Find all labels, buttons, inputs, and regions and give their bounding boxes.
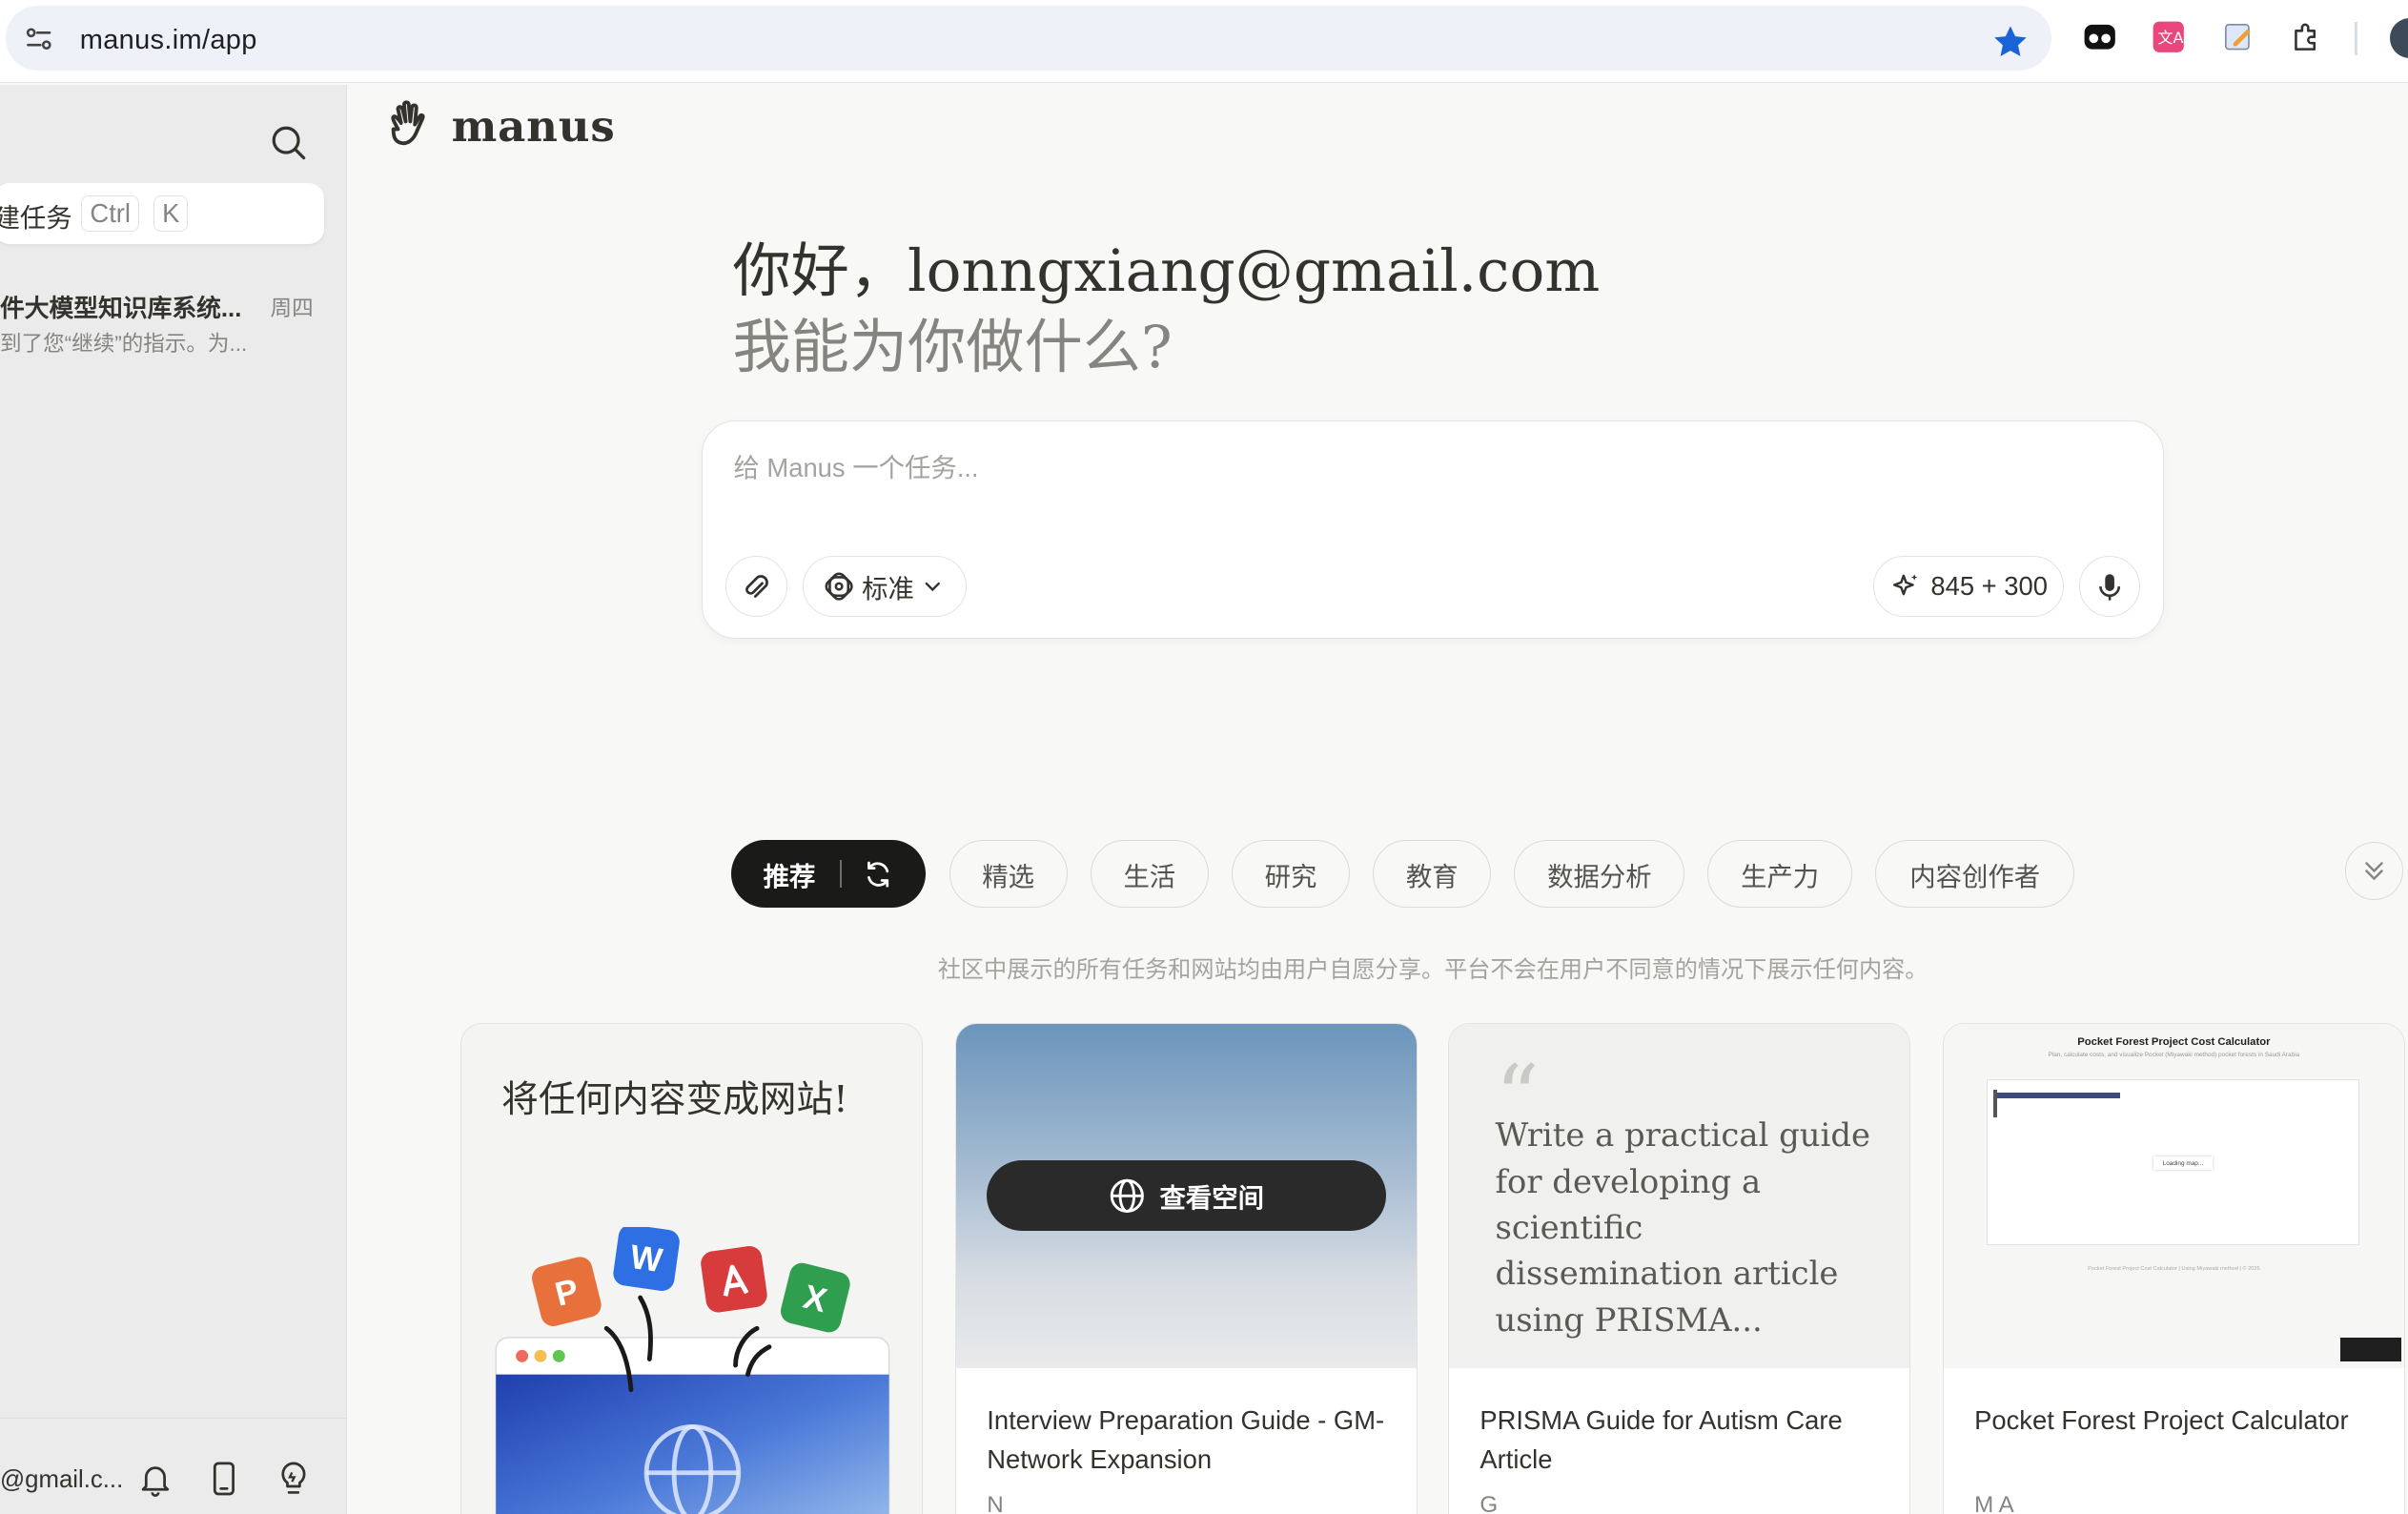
task-composer: 标准 845 + 300: [702, 420, 2164, 640]
refresh-icon[interactable]: [863, 859, 893, 890]
mode-label: 标准: [862, 573, 914, 604]
card-preview: “ Write a practical guide for developing…: [1449, 1023, 1910, 1368]
tab-research[interactable]: 研究: [1232, 840, 1351, 909]
showcase-card[interactable]: 查看空间 Interview Preparation Guide - GM-Ne…: [955, 1022, 1418, 1514]
card-heading: 将任何内容变成网站!: [501, 1078, 848, 1122]
shortcut-k: K: [153, 194, 189, 233]
tab-education[interactable]: 教育: [1373, 840, 1492, 909]
profile-avatar[interactable]: [2389, 18, 2408, 59]
lightbulb-icon[interactable]: [274, 1459, 314, 1499]
showcase-card[interactable]: “ Write a practical guide for developing…: [1448, 1022, 1911, 1514]
mode-icon: [825, 572, 853, 601]
card-title: Interview Preparation Guide - GM-Network…: [987, 1405, 1385, 1474]
url-text[interactable]: manus.im/app: [80, 25, 257, 56]
manus-hand-icon: [391, 100, 425, 146]
community-disclaimer: 社区中展示的所有任务和网站均由用户自愿分享。平台不会在用户不同意的情况下展示任何…: [937, 957, 1928, 984]
tab-life[interactable]: 生活: [1090, 840, 1209, 909]
shortcut-ctrl: Ctrl: [81, 194, 140, 233]
card-title: Pocket Forest Project Calculator: [1974, 1405, 2349, 1436]
chevron-double-down-icon: [2365, 862, 2383, 881]
extensions-puzzle-icon[interactable]: [2288, 18, 2325, 55]
brand-name: manus: [451, 100, 616, 152]
task-title: 件大模型知识库系统...: [0, 295, 242, 322]
view-space-label: 查看空间: [1159, 1183, 1265, 1214]
ext-translate-icon[interactable]: 文A: [2150, 18, 2187, 55]
tab-recommended[interactable]: 推荐: [730, 840, 927, 909]
tab-recommended-label: 推荐: [763, 861, 816, 891]
bell-icon[interactable]: [135, 1459, 175, 1499]
account-email[interactable]: @gmail.c...: [0, 1466, 123, 1494]
card-quote: Write a practical guide for developing a…: [1495, 1116, 1871, 1339]
card-preview: Pocket Forest Project Cost Calculator Pl…: [1943, 1023, 2404, 1368]
preview-title: Pocket Forest Project Cost Calculator: [2077, 1035, 2271, 1048]
credits-button[interactable]: 845 + 300: [1872, 555, 2064, 617]
chevron-down-icon: [925, 582, 940, 591]
preview-map: Loading map...: [1987, 1078, 2360, 1245]
microphone-icon: [2098, 573, 2120, 601]
card-author: M A: [1974, 1492, 2014, 1514]
browser-toolbar: manus.im/app 文A: [0, 0, 2408, 83]
svg-text:文A: 文A: [2157, 29, 2183, 47]
credits-value: 845 + 300: [1930, 570, 2048, 601]
task-input[interactable]: [733, 452, 2116, 483]
address-bar[interactable]: manus.im/app: [6, 6, 2052, 72]
card-author: N: [987, 1492, 1004, 1514]
attach-button[interactable]: [725, 555, 787, 617]
sidebar: 建任务 Ctrl K 件大模型知识库系统... 周四 到了您“继续”的指示。为.…: [0, 84, 348, 1514]
task-preview: 到了您“继续”的指示。为...: [0, 332, 248, 357]
site-info-icon[interactable]: [22, 22, 55, 55]
task-day: 周四: [270, 297, 314, 321]
card-badge-w: W: [627, 1238, 664, 1279]
greeting-heading: 你好，lonngxiang@gmail.com: [732, 236, 1601, 305]
bookmark-star-icon[interactable]: [1990, 22, 2030, 62]
new-task-label: 建任务: [0, 203, 72, 234]
showcase-card[interactable]: Pocket Forest Project Cost Calculator Pl…: [1942, 1022, 2405, 1514]
sparkle-icon: [1892, 573, 1917, 596]
ext-notes-icon[interactable]: [2219, 18, 2256, 55]
preview-footer: Pocket Forest Project Cost Calculator | …: [2088, 1266, 2260, 1273]
tab-content-creators[interactable]: 内容创作者: [1875, 840, 2075, 909]
card-author: G: [1479, 1492, 1499, 1514]
manus-logo[interactable]: manus: [384, 95, 616, 156]
ext-tampermonkey-icon[interactable]: [2081, 18, 2118, 55]
new-task-button[interactable]: 建任务 Ctrl K: [0, 182, 324, 245]
card-preview: 查看空间: [956, 1023, 1417, 1368]
card-title: PRISMA Guide for Autism Care Article: [1479, 1405, 1843, 1474]
greeting-subheading: 我能为你做什么?: [732, 314, 1173, 382]
tab-separator: [840, 860, 842, 889]
view-space-button[interactable]: 查看空间: [987, 1160, 1387, 1232]
website-illustration: P W X: [494, 1226, 889, 1514]
toolbar-divider: [2354, 21, 2357, 55]
sidebar-footer: @gmail.c...: [0, 1417, 348, 1514]
voice-input-button[interactable]: [2078, 555, 2141, 617]
preview-loading: Loading map...: [2153, 1156, 2213, 1170]
showcase-card[interactable]: 将任何内容变成网站! P W X: [460, 1022, 924, 1514]
preview-subtitle: Plan, calculate costs, and visualize Poc…: [2048, 1051, 2300, 1058]
tab-data-analysis[interactable]: 数据分析: [1514, 840, 1685, 909]
tab-featured[interactable]: 精选: [949, 840, 1068, 909]
globe-icon: [1111, 1178, 1145, 1213]
paperclip-icon: [745, 574, 769, 598]
mobile-device-icon[interactable]: [204, 1459, 244, 1499]
search-icon[interactable]: [267, 121, 310, 164]
collapse-button[interactable]: [2344, 841, 2404, 901]
tab-productivity[interactable]: 生产力: [1707, 840, 1852, 909]
mode-selector[interactable]: 标准: [802, 555, 968, 617]
preview-badge: [2339, 1337, 2401, 1362]
